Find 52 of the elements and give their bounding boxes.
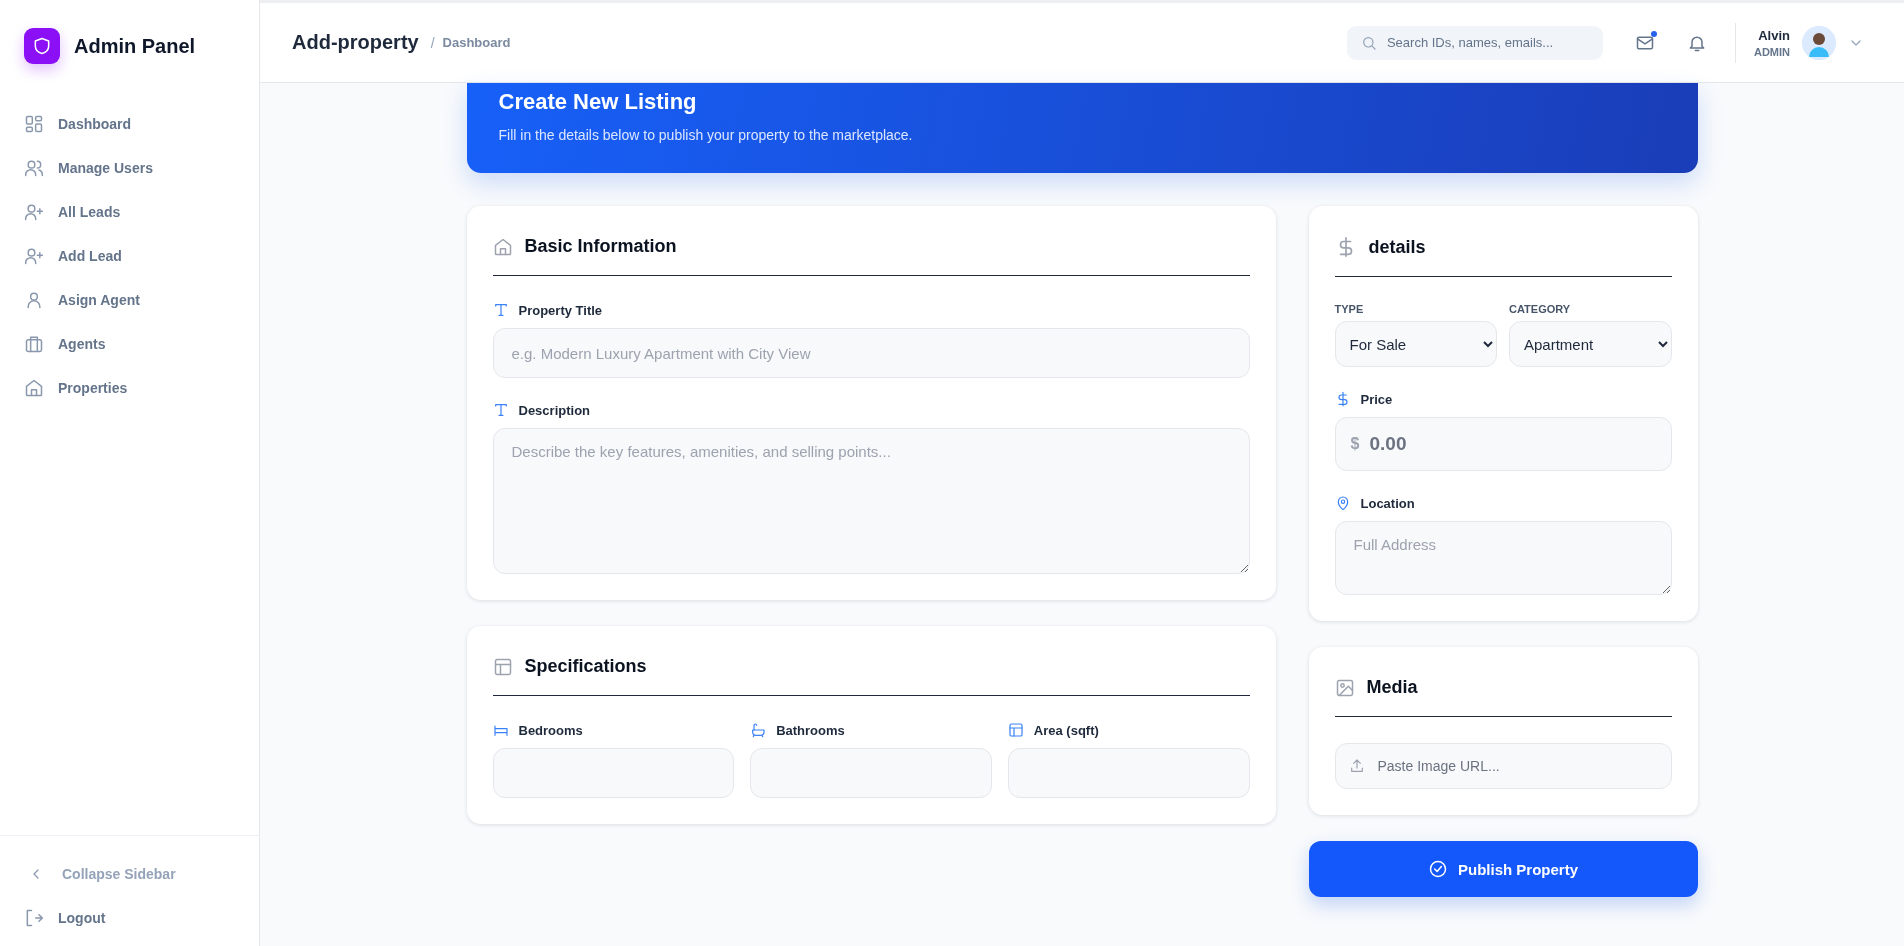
text-icon [492, 402, 509, 418]
user-name: Alvin [1758, 27, 1790, 43]
logout-button[interactable]: Logout [24, 898, 235, 938]
sidebar-item[interactable]: Add Lead [24, 236, 235, 276]
banner-subtitle: Fill in the details below to publish your property to the marketplace. [498, 127, 914, 143]
card-title: Basic Information [524, 236, 677, 257]
user-plus-icon [24, 202, 44, 222]
textarea-field[interactable]: Describe the key features, amenities, and selling points... [492, 428, 1250, 574]
field-label: TYPE [1334, 303, 1365, 315]
users-icon [24, 158, 44, 178]
brand-name: Admin Panel [74, 34, 196, 58]
home-icon [492, 236, 513, 257]
dashboard-icon [24, 114, 44, 134]
avatar[interactable] [1802, 25, 1836, 60]
sidebar-item[interactable]: Properties [24, 368, 235, 408]
text-input[interactable]: e.g. Modern Luxury Apartment with City View [492, 328, 1250, 378]
field-label: Bedrooms [518, 722, 583, 738]
sidebar-item[interactable]: Agents [24, 324, 235, 364]
field-label: Bathrooms [776, 722, 845, 738]
shield-icon [32, 36, 52, 56]
currency-symbol: $ [1350, 435, 1360, 453]
user-plus-icon [24, 246, 44, 266]
sidebar-item[interactable]: All Leads [24, 192, 235, 232]
breadcrumb-link[interactable]: Dashboard [442, 35, 511, 50]
select-dropdown[interactable]: For Sale [1334, 321, 1497, 367]
field-label: Location [1360, 495, 1415, 511]
briefcase-icon [24, 334, 44, 354]
sidebar-item[interactable]: Asign Agent [24, 280, 235, 320]
text-icon [492, 302, 509, 318]
search-field[interactable]: Search IDs, names, emails... [1346, 25, 1603, 60]
mail-button[interactable] [1634, 32, 1655, 53]
card-title: Media [1366, 677, 1418, 698]
collapse-button[interactable]: Collapse Sidebar [24, 854, 235, 894]
page-title: Add-property [292, 31, 419, 54]
field-label: Description [518, 402, 590, 418]
field-label: CATEGORY [1509, 303, 1572, 315]
select-dropdown[interactable]: Apartment [1509, 321, 1672, 367]
search-icon [1360, 34, 1377, 51]
field-label: Price [1360, 391, 1393, 407]
address-field[interactable]: Full Address [1334, 521, 1672, 595]
sidebar-item[interactable]: Manage Users [24, 148, 235, 188]
home-icon [24, 378, 44, 398]
user-icon [24, 290, 44, 310]
card-title: details [1368, 236, 1426, 258]
card-title: Specifications [524, 656, 647, 677]
sidebar-item[interactable]: Dashboard [24, 104, 235, 144]
field-label: Area (sqft) [1033, 722, 1099, 738]
breadcrumb-separator: / [430, 34, 435, 51]
logout-icon [24, 908, 44, 928]
field-label: Property Title [518, 302, 603, 318]
banner-title: Create New Listing [498, 89, 698, 115]
user-role: ADMIN [1753, 45, 1790, 58]
